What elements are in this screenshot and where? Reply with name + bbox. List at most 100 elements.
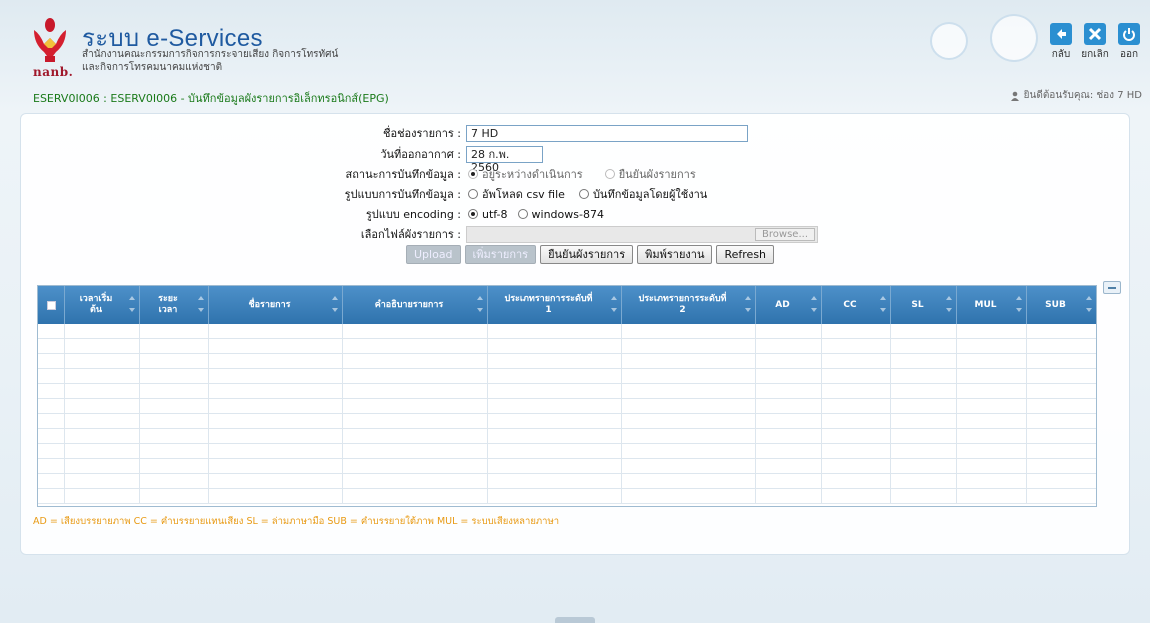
- table-cell: [1027, 399, 1096, 413]
- table-cell: [622, 489, 756, 503]
- table-cell: [957, 429, 1027, 443]
- table-cell: [822, 339, 891, 353]
- table-cell: [957, 369, 1027, 383]
- table-cell: [891, 384, 957, 398]
- table-cell: [65, 324, 140, 338]
- file-path-input[interactable]: Browse...: [466, 225, 818, 243]
- refresh-button[interactable]: Refresh: [716, 244, 775, 264]
- col-category-2[interactable]: ประเภทรายการระดับที่ 2: [622, 286, 756, 324]
- table-cell: [140, 429, 209, 443]
- table-cell: [756, 474, 822, 488]
- welcome-text: ยินดีต้อนรับคุณ: ช่อง 7 HD: [1023, 90, 1142, 101]
- format-manual-radio[interactable]: บันทึกข้อมูลโดยผู้ใช้งาน: [578, 185, 707, 203]
- browse-button[interactable]: Browse...: [755, 227, 815, 241]
- table-cell: [140, 444, 209, 458]
- table-cell: [140, 354, 209, 368]
- table-cell: [209, 459, 343, 473]
- table-cell: [1027, 384, 1096, 398]
- col-mul[interactable]: MUL: [957, 286, 1027, 324]
- col-start-time[interactable]: เวลาเริ่ม ต้น: [65, 286, 140, 324]
- bottom-handle[interactable]: [555, 617, 595, 623]
- table-cell: [209, 444, 343, 458]
- back-button[interactable]: กลับ: [1046, 23, 1076, 62]
- table-cell: [891, 489, 957, 503]
- table-cell: [65, 339, 140, 353]
- col-ad[interactable]: AD: [756, 286, 822, 324]
- status-in-progress-radio[interactable]: อยู่ระหว่างดำเนินการ: [468, 165, 583, 183]
- table-cell: [822, 369, 891, 383]
- table-cell: [957, 384, 1027, 398]
- table-cell: [343, 474, 488, 488]
- table-cell: [891, 429, 957, 443]
- col-sub[interactable]: SUB: [1027, 286, 1096, 324]
- collapse-button[interactable]: [1103, 281, 1121, 294]
- col-program-name[interactable]: ชื่อรายการ: [209, 286, 343, 324]
- table-cell: [488, 414, 622, 428]
- table-body: [38, 324, 1096, 504]
- table-cell: [65, 429, 140, 443]
- table-cell: [756, 384, 822, 398]
- table-cell: [140, 384, 209, 398]
- column-legend: AD = เสียงบรรยายภาพ CC = คำบรรยายแทนเสีย…: [33, 516, 560, 527]
- table-cell: [957, 399, 1027, 413]
- table-cell: [891, 354, 957, 368]
- table-cell: [343, 444, 488, 458]
- print-report-button[interactable]: พิมพ์รายงาน: [637, 244, 713, 264]
- table-cell: [891, 459, 957, 473]
- table-cell: [38, 399, 65, 413]
- table-cell: [209, 429, 343, 443]
- table-cell: [1027, 354, 1096, 368]
- table-cell: [891, 369, 957, 383]
- table-cell: [209, 324, 343, 338]
- decorative-circle: [990, 14, 1038, 62]
- table-cell: [343, 429, 488, 443]
- status-row: สถานะการบันทึกข้อมูล : อยู่ระหว่างดำเนิน…: [21, 165, 1129, 183]
- table-cell: [756, 369, 822, 383]
- col-category-1[interactable]: ประเภทรายการระดับที่ 1: [488, 286, 622, 324]
- encoding-utf8-radio[interactable]: utf-8: [468, 208, 508, 221]
- encoding-windows874-radio[interactable]: windows-874: [517, 208, 604, 221]
- empty-table-row: [38, 474, 1096, 489]
- select-all-checkbox[interactable]: [38, 286, 65, 324]
- broadcast-date-field[interactable]: 28 ก.พ. 2560: [466, 145, 543, 174]
- sort-icon: [1086, 296, 1092, 312]
- logout-button[interactable]: ออก: [1114, 23, 1144, 62]
- channel-name-field[interactable]: 7 HD: [466, 124, 748, 142]
- table-cell: [756, 459, 822, 473]
- col-duration[interactable]: ระยะ เวลา: [140, 286, 209, 324]
- table-cell: [343, 354, 488, 368]
- sort-icon: [332, 296, 338, 312]
- app-header: nanb. ระบบ e-Services สำนักงานคณะกรรมการ…: [0, 0, 1150, 105]
- encoding-row: รูปแบบ encoding : utf-8 windows-874: [21, 205, 1129, 223]
- table-cell: [1027, 429, 1096, 443]
- confirm-schedule-button[interactable]: ยืนยันผังรายการ: [540, 244, 634, 264]
- table-cell: [891, 339, 957, 353]
- table-cell: [209, 339, 343, 353]
- table-cell: [957, 474, 1027, 488]
- back-arrow-icon: [1050, 23, 1072, 45]
- table-cell: [140, 489, 209, 503]
- table-cell: [38, 429, 65, 443]
- table-cell: [488, 444, 622, 458]
- table-cell: [622, 414, 756, 428]
- table-cell: [38, 444, 65, 458]
- col-description[interactable]: คำอธิบายรายการ: [343, 286, 488, 324]
- col-sl[interactable]: SL: [891, 286, 957, 324]
- minus-icon: [1108, 286, 1116, 289]
- action-buttons: Upload เพิ่มรายการ ยืนยันผังรายการ พิมพ์…: [406, 244, 775, 264]
- date-row: วันที่ออกอากาศ : 28 ก.พ. 2560: [21, 145, 1129, 174]
- cancel-button[interactable]: ยกเลิก: [1080, 23, 1110, 62]
- add-program-button[interactable]: เพิ่มรายการ: [464, 244, 537, 264]
- table-cell: [140, 339, 209, 353]
- col-cc[interactable]: CC: [822, 286, 891, 324]
- upload-button[interactable]: Upload: [406, 244, 461, 264]
- table-cell: [209, 354, 343, 368]
- format-csv-radio[interactable]: อัพโหลด csv file: [468, 185, 565, 203]
- status-confirmed-radio[interactable]: ยืนยันผังรายการ: [604, 165, 696, 183]
- table-cell: [822, 474, 891, 488]
- table-cell: [822, 414, 891, 428]
- sort-icon: [611, 296, 617, 312]
- table-cell: [140, 399, 209, 413]
- sort-icon: [811, 296, 817, 312]
- table-cell: [38, 354, 65, 368]
